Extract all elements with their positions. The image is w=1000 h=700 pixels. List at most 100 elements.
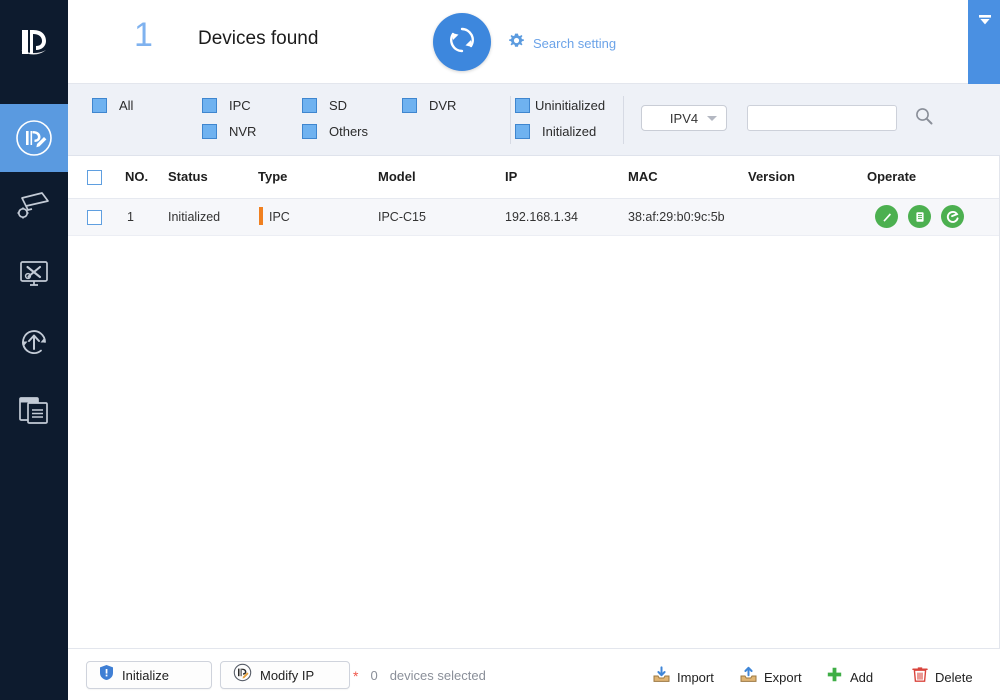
filter-nvr-label: NVR <box>229 124 257 139</box>
search-input[interactable] <box>747 105 897 131</box>
search-setting-label: Search setting <box>533 35 617 51</box>
filter-uninitialized-checkbox[interactable] <box>515 98 530 113</box>
ip-pencil-icon <box>233 663 252 687</box>
filter-initialized[interactable]: Initialized <box>515 124 596 139</box>
import-label: Import <box>677 669 714 685</box>
filter-sd-label: SD <box>329 98 348 113</box>
edit-icon[interactable] <box>875 205 898 228</box>
upgrade-arrow-icon <box>14 322 54 362</box>
filter-nvr[interactable]: NVR <box>202 124 256 139</box>
filter-dvr-checkbox[interactable] <box>402 98 417 113</box>
export-label: Export <box>764 669 802 685</box>
search-setting-button[interactable]: Search setting <box>508 32 616 54</box>
cell-mac: 38:af:29:b0:9c:5b <box>628 210 725 224</box>
filter-others-label: Others <box>329 124 369 139</box>
filter-others[interactable]: Others <box>302 124 368 139</box>
tools-monitor-icon <box>14 256 54 292</box>
import-icon <box>653 666 670 688</box>
refresh-button[interactable] <box>433 13 491 71</box>
column-model: Model <box>378 169 416 184</box>
sidebar-items <box>0 104 68 444</box>
camera-gear-icon <box>14 188 54 224</box>
filter-ipc[interactable]: IPC <box>202 98 251 113</box>
plus-icon <box>826 666 843 688</box>
sidebar-item-tools[interactable] <box>0 240 68 308</box>
column-no: NO. <box>125 169 149 184</box>
export-button[interactable]: Export <box>740 666 802 688</box>
bottom-toolbar: Initialize Modify IP * 0 devices selecte… <box>68 648 1000 700</box>
magnifier-icon <box>914 106 934 131</box>
shield-icon <box>99 664 114 686</box>
cell-no: 1 <box>127 210 134 224</box>
select-all-checkbox-wrap[interactable] <box>87 169 102 187</box>
column-status: Status <box>168 169 208 184</box>
delete-button[interactable]: Delete <box>912 666 973 688</box>
filter-nvr-checkbox[interactable] <box>202 124 217 139</box>
initialize-button[interactable]: Initialize <box>86 661 212 689</box>
documents-icon <box>14 392 54 428</box>
sidebar-item-upgrade[interactable] <box>0 308 68 376</box>
filter-all-checkbox[interactable] <box>92 98 107 113</box>
trash-icon <box>912 666 928 688</box>
search-button[interactable] <box>911 105 937 131</box>
filter-sd[interactable]: SD <box>302 98 347 113</box>
row-operations <box>875 205 964 228</box>
import-button[interactable]: Import <box>653 666 714 688</box>
selected-count: 0 <box>370 668 378 683</box>
filter-all[interactable]: All <box>92 98 133 113</box>
column-version: Version <box>748 169 795 184</box>
sidebar <box>0 0 68 700</box>
window-controls <box>968 0 1000 84</box>
cell-ip: 192.168.1.34 <box>505 210 578 224</box>
ip-version-select[interactable]: IPV4 <box>641 105 727 131</box>
refresh-icon <box>445 23 479 62</box>
ip-version-value: IPV4 <box>669 110 699 126</box>
filter-sd-checkbox[interactable] <box>302 98 317 113</box>
filter-all-label: All <box>119 98 134 113</box>
device-count: 1 <box>134 16 153 54</box>
web-browser-icon[interactable] <box>941 205 964 228</box>
cell-model: IPC-C15 <box>378 210 426 224</box>
row-select-checkbox-wrap[interactable] <box>87 209 102 227</box>
column-mac: MAC <box>628 169 658 184</box>
filter-uninitialized-label: Uninitialized <box>535 98 606 113</box>
ip-config-tool-window: 1 Devices found Search setting All IPC S… <box>0 0 1000 700</box>
table-header-row: NO. Status Type Model IP MAC Version Ope… <box>68 156 1000 199</box>
filter-dvr[interactable]: DVR <box>402 98 456 113</box>
brand-logo <box>0 0 68 84</box>
row-select-checkbox[interactable] <box>87 210 102 226</box>
cell-status: Initialized <box>168 210 221 224</box>
filter-initialized-label: Initialized <box>542 124 597 139</box>
initialize-label: Initialize <box>122 667 169 683</box>
modify-ip-label: Modify IP <box>260 667 315 683</box>
filter-ipc-checkbox[interactable] <box>202 98 217 113</box>
add-button[interactable]: Add <box>826 666 873 688</box>
export-icon <box>740 666 757 688</box>
menu-arrow-icon[interactable] <box>974 9 996 31</box>
filter-others-checkbox[interactable] <box>302 124 317 139</box>
selected-text: devices selected <box>389 668 486 683</box>
modify-ip-button[interactable]: Modify IP <box>220 661 350 689</box>
column-ip: IP <box>505 169 518 184</box>
column-operate: Operate <box>867 169 917 184</box>
ip-pencil-icon <box>13 117 55 159</box>
sidebar-item-device-config[interactable] <box>0 172 68 240</box>
cell-type: IPC <box>269 210 290 224</box>
devices-found-label: Devices found <box>198 28 319 49</box>
chevron-down-icon <box>707 116 717 121</box>
required-asterisk: * <box>353 667 359 684</box>
filter-initialized-checkbox[interactable] <box>515 124 530 139</box>
device-table: NO. Status Type Model IP MAC Version Ope… <box>68 156 1000 648</box>
table-row[interactable]: 1 Initialized IPC IPC-C15 192.168.1.34 3… <box>68 199 1000 236</box>
selection-info: * 0 devices selected <box>353 668 486 683</box>
add-label: Add <box>850 669 874 685</box>
select-all-checkbox[interactable] <box>87 170 102 186</box>
type-color-bar <box>259 207 263 225</box>
sidebar-item-ip-modify[interactable] <box>0 104 68 172</box>
details-icon[interactable] <box>908 205 931 228</box>
filter-bar: All IPC SD DVR NVR Others Uninitialized <box>68 84 1000 156</box>
filter-uninitialized[interactable]: Uninitialized <box>515 98 605 113</box>
filter-divider-1 <box>510 96 511 144</box>
sidebar-item-logs[interactable] <box>0 376 68 444</box>
column-type: Type <box>258 169 288 184</box>
